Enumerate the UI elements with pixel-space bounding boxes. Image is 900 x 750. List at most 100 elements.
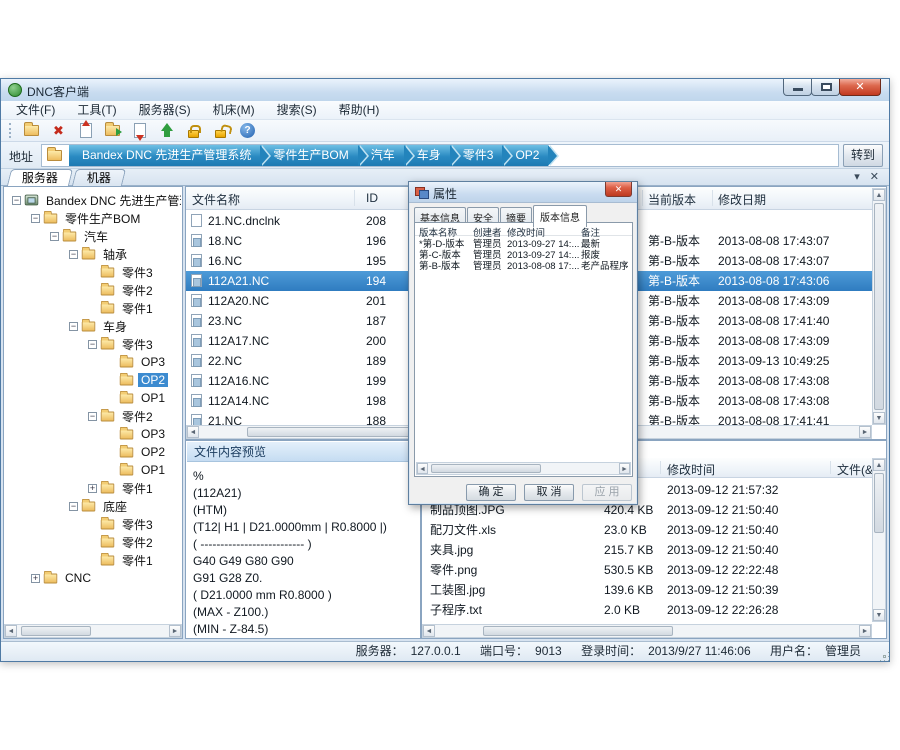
table-row[interactable]: 零件.png530.5 KB2013-09-12 22:22:48 bbox=[422, 560, 872, 580]
resize-grip-icon[interactable] bbox=[884, 656, 885, 657]
minimize-button[interactable] bbox=[783, 79, 812, 96]
table-row[interactable]: 夹具.jpg215.7 KB2013-09-12 21:50:40 bbox=[422, 540, 872, 560]
scroll-left-icon[interactable]: ◄ bbox=[187, 426, 199, 438]
scroll-left-icon[interactable]: ◄ bbox=[417, 463, 428, 474]
panel-close-icon[interactable]: ✕ bbox=[870, 170, 879, 183]
scroll-left-icon[interactable]: ◄ bbox=[423, 625, 435, 637]
tree-item[interactable]: −零件2 bbox=[6, 407, 181, 425]
header-separator[interactable] bbox=[660, 461, 661, 474]
toolbar-lock-button[interactable] bbox=[183, 121, 204, 140]
version-row[interactable]: 第-C-版本管理员2013-09-27 14:...报废 bbox=[415, 250, 632, 261]
column-header[interactable]: ID bbox=[366, 191, 378, 205]
column-header[interactable]: 文件(&I bbox=[837, 461, 876, 478]
breadcrumb-segment[interactable]: 零件生产BOM bbox=[260, 145, 357, 166]
toolbar-checkin-file-button[interactable] bbox=[75, 121, 96, 140]
header-separator[interactable] bbox=[354, 190, 355, 206]
table-row[interactable]: 子程序.txt2.0 KB2013-09-12 22:26:28 bbox=[422, 600, 872, 620]
tree-expander[interactable]: − bbox=[69, 322, 78, 331]
scroll-right-icon[interactable]: ► bbox=[169, 625, 181, 637]
menu-item[interactable]: 帮助(H) bbox=[328, 101, 391, 119]
tree-item[interactable]: OP3 bbox=[6, 425, 181, 443]
scroll-left-icon[interactable]: ◄ bbox=[5, 625, 17, 637]
column-header[interactable]: 修改日期 bbox=[718, 191, 766, 208]
tree-item[interactable]: OP3 bbox=[6, 353, 181, 371]
toolbar-folder-button[interactable] bbox=[21, 121, 42, 140]
tree-item[interactable]: −零件3 bbox=[6, 335, 181, 353]
tree-expander[interactable]: − bbox=[69, 502, 78, 511]
version-row[interactable]: 第-B-版本管理员2013-08-08 17:...老产品程序 bbox=[415, 261, 632, 272]
scroll-thumb[interactable] bbox=[874, 473, 884, 533]
tree-expander[interactable]: − bbox=[69, 250, 78, 259]
tree-item[interactable]: 零件2 bbox=[6, 533, 181, 551]
header-separator[interactable] bbox=[830, 461, 831, 474]
table-row[interactable]: 工装图.jpg139.6 KB2013-09-12 21:50:39 bbox=[422, 580, 872, 600]
tree-item[interactable]: OP2 bbox=[6, 371, 181, 389]
tree-item[interactable]: +零件1 bbox=[6, 479, 181, 497]
tree-expander[interactable]: + bbox=[31, 574, 40, 583]
tab-机器[interactable]: 机器 bbox=[72, 169, 126, 186]
column-header[interactable]: 备注 bbox=[581, 225, 600, 239]
tree-expander[interactable]: − bbox=[88, 412, 97, 421]
tree-item[interactable]: −汽车 bbox=[6, 227, 181, 245]
version-row[interactable]: *第-D-版本管理员2013-09-27 14:...最新 bbox=[415, 239, 632, 250]
file-list-vscrollbar[interactable]: ▲ ▼ bbox=[872, 188, 886, 425]
tree-item[interactable]: −零件生产BOM bbox=[6, 209, 181, 227]
tab-服务器[interactable]: 服务器 bbox=[7, 169, 73, 186]
tree-item[interactable]: −底座 bbox=[6, 497, 181, 515]
column-header[interactable]: 修改时间 bbox=[507, 225, 545, 239]
attachments-vscrollbar[interactable]: ▲ ▼ bbox=[872, 458, 886, 622]
column-header[interactable]: 文件名称 bbox=[192, 191, 240, 208]
ok-button[interactable]: 确 定 bbox=[466, 484, 516, 501]
tree-item[interactable]: 零件3 bbox=[6, 263, 181, 281]
tree-item[interactable]: OP1 bbox=[6, 389, 181, 407]
tree-expander[interactable]: + bbox=[88, 484, 97, 493]
menu-item[interactable]: 服务器(S) bbox=[128, 101, 202, 119]
scroll-up-icon[interactable]: ▲ bbox=[873, 189, 885, 201]
header-separator[interactable] bbox=[642, 190, 643, 206]
menu-item[interactable]: 机床(M) bbox=[202, 101, 266, 119]
tree-item[interactable]: 零件2 bbox=[6, 281, 181, 299]
dialog-hscrollbar[interactable]: ◄ ► bbox=[416, 462, 631, 475]
toolbar-help-button[interactable] bbox=[237, 121, 258, 140]
column-header[interactable]: 修改时间 bbox=[667, 461, 715, 478]
scroll-right-icon[interactable]: ► bbox=[859, 426, 871, 438]
tree-expander[interactable]: − bbox=[12, 196, 21, 205]
tree-expander[interactable]: − bbox=[88, 340, 97, 349]
toolbar-unlock-button[interactable] bbox=[210, 121, 231, 140]
toolbar-grip[interactable] bbox=[9, 123, 12, 138]
toolbar-delete-button[interactable] bbox=[48, 121, 69, 140]
column-header[interactable]: 当前版本 bbox=[648, 191, 696, 208]
table-row[interactable]: 配刀文件.xls23.0 KB2013-09-12 21:50:40 bbox=[422, 520, 872, 540]
toolbar-export-folder-button[interactable] bbox=[102, 121, 123, 140]
tree-item[interactable]: −Bandex DNC 先进生产管理系统 bbox=[6, 191, 181, 209]
scroll-down-icon[interactable]: ▼ bbox=[873, 609, 885, 621]
tree-item[interactable]: OP2 bbox=[6, 443, 181, 461]
breadcrumb-segment[interactable]: Bandex DNC 先进生产管理系统 bbox=[69, 145, 260, 166]
scroll-thumb[interactable] bbox=[483, 626, 673, 636]
tree-item[interactable]: OP1 bbox=[6, 461, 181, 479]
tree-hscrollbar[interactable]: ◄ ► bbox=[4, 624, 182, 638]
toolbar-upload-arrow-button[interactable] bbox=[156, 121, 177, 140]
cancel-button[interactable]: 取 消 bbox=[524, 484, 574, 501]
column-header[interactable]: 版本名称 bbox=[419, 225, 457, 239]
tree-item[interactable]: 零件3 bbox=[6, 515, 181, 533]
attachments-hscrollbar[interactable]: ◄ ► bbox=[422, 624, 872, 638]
go-button[interactable]: 转到 bbox=[843, 144, 883, 167]
maximize-button[interactable] bbox=[811, 79, 840, 96]
menu-item[interactable]: 搜索(S) bbox=[266, 101, 328, 119]
tree-item[interactable]: 零件1 bbox=[6, 551, 181, 569]
tree-item[interactable]: 零件1 bbox=[6, 299, 181, 317]
close-button[interactable]: ✕ bbox=[839, 79, 881, 96]
tree-item[interactable]: −车身 bbox=[6, 317, 181, 335]
dialog-close-button[interactable]: ✕ bbox=[605, 182, 632, 197]
scroll-right-icon[interactable]: ► bbox=[619, 463, 630, 474]
header-separator[interactable] bbox=[712, 190, 713, 206]
toolbar-checkout-file-button[interactable] bbox=[129, 121, 150, 140]
scroll-thumb[interactable] bbox=[21, 626, 91, 636]
scroll-down-icon[interactable]: ▼ bbox=[873, 412, 885, 424]
dialog-title-bar[interactable]: 属性 ✕ bbox=[409, 182, 637, 203]
tree-item[interactable]: +CNC bbox=[6, 569, 181, 587]
tree-expander[interactable]: − bbox=[50, 232, 59, 241]
column-header[interactable]: 创建者 bbox=[473, 225, 502, 239]
scroll-up-icon[interactable]: ▲ bbox=[873, 459, 885, 471]
